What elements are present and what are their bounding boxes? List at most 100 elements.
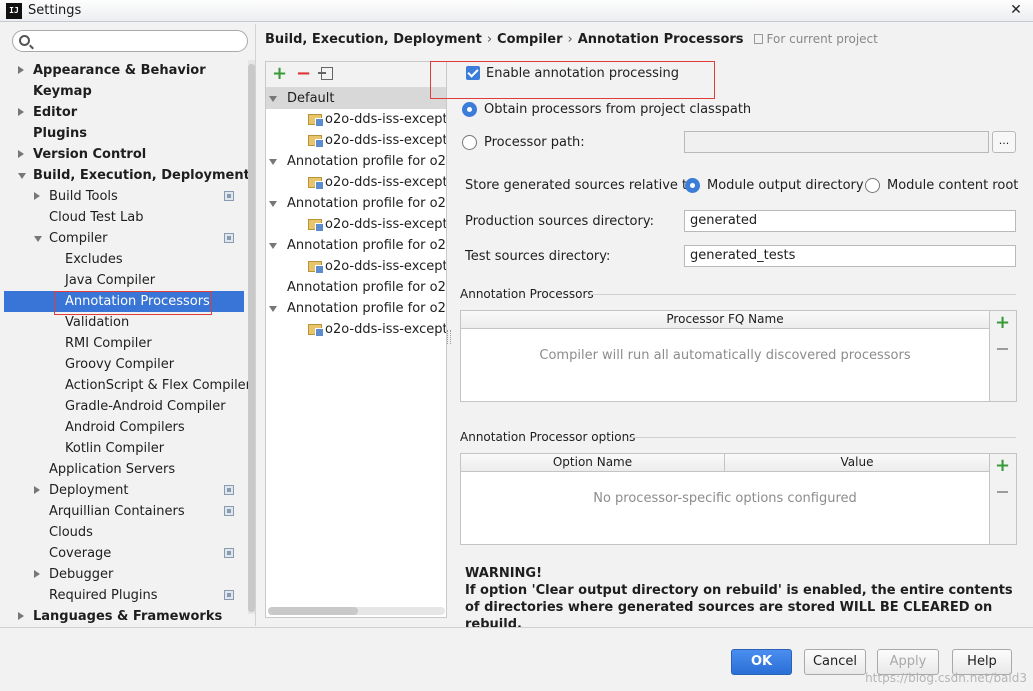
profile-module-row[interactable]: o2o-dds-iss-exceptio — [266, 256, 446, 277]
add-option-icon[interactable]: + — [995, 457, 1010, 475]
settings-sidebar: Appearance & Behavior Keymap Editor Plugins… — [4, 24, 256, 626]
profile-row[interactable]: Default — [266, 88, 446, 109]
project-settings-icon — [224, 506, 234, 516]
sidebar-item-version-control[interactable]: Version Control — [4, 144, 244, 165]
sidebar-item-actionscript-flex-compiler[interactable]: ActionScript & Flex Compiler — [4, 375, 251, 396]
profile-label: o2o-dds-iss-exceptio — [325, 175, 447, 190]
module-folder-icon — [308, 219, 324, 232]
chevron-down-icon[interactable] — [18, 173, 26, 179]
profile-module-row[interactable]: o2o-dds-iss-exceptio — [266, 172, 447, 193]
sidebar-item-appearance-behavior[interactable]: Appearance & Behavior — [4, 60, 244, 81]
profile-row[interactable]: Annotation profile for o2o- — [266, 298, 446, 319]
profile-row[interactable]: Annotation profile for o2o- — [266, 277, 446, 298]
sidebar-item-keymap[interactable]: Keymap — [4, 81, 244, 102]
sidebar-item-annotation-processors[interactable]: Annotation Processors — [4, 291, 244, 315]
sidebar-item-excludes[interactable]: Excludes — [4, 249, 244, 270]
add-processor-icon[interactable]: + — [995, 314, 1010, 332]
sidebar-item-label: Required Plugins — [49, 588, 158, 603]
sidebar-item-android-compilers[interactable]: Android Compilers — [4, 417, 244, 438]
obtain-from-classpath-radio[interactable] — [462, 102, 477, 117]
sidebar-item-gradle-android-compiler[interactable]: Gradle-Android Compiler — [4, 396, 244, 417]
chevron-right-icon[interactable] — [34, 192, 40, 200]
sidebar-scrollbar[interactable] — [248, 60, 255, 614]
sidebar-item-arquillian-containers[interactable]: Arquillian Containers — [4, 501, 244, 522]
production-dir-field[interactable]: generated — [684, 210, 1016, 232]
chevron-down-icon[interactable] — [269, 243, 277, 249]
chevron-right-icon[interactable] — [18, 150, 24, 158]
remove-processor-icon[interactable] — [997, 348, 1008, 350]
search-box[interactable] — [12, 30, 248, 52]
sidebar-item-coverage[interactable]: Coverage — [4, 543, 244, 564]
module-folder-icon — [308, 261, 324, 274]
sidebar-item-validation[interactable]: Validation — [4, 312, 244, 333]
profile-module-row[interactable]: o2o-dds-iss-exceptio — [266, 130, 446, 151]
profile-row[interactable]: Annotation profile for o2o- — [266, 151, 447, 172]
chevron-right-icon[interactable] — [34, 570, 40, 578]
chevron-down-icon[interactable] — [269, 159, 277, 165]
module-content-radio[interactable] — [865, 178, 880, 193]
processors-section-title: Annotation Processors — [460, 287, 594, 301]
close-icon[interactable]: ✕ — [1007, 1, 1025, 19]
sidebar-item-languages-frameworks[interactable]: Languages & Frameworks — [4, 606, 244, 627]
profile-module-row[interactable]: o2o-dds-iss-exceptio — [266, 109, 446, 130]
options-side-toolbar: + — [989, 454, 1016, 544]
sidebar-item-rmi-compiler[interactable]: RMI Compiler — [4, 333, 244, 354]
sidebar-item-label: Application Servers — [49, 462, 176, 477]
sidebar-item-build-tools[interactable]: Build Tools — [4, 186, 244, 207]
chevron-right-icon[interactable] — [18, 612, 24, 620]
enable-annotation-checkbox[interactable] — [466, 66, 480, 80]
profile-label: Default — [287, 91, 335, 106]
chevron-right-icon[interactable] — [18, 108, 24, 116]
cancel-button[interactable]: Cancel — [804, 649, 866, 675]
module-content-label: Module content root — [887, 178, 1019, 193]
profiles-horizontal-scrollbar[interactable] — [268, 607, 445, 615]
sidebar-item-compiler[interactable]: Compiler — [4, 228, 244, 249]
option-name-header[interactable]: Option Name — [461, 454, 725, 472]
module-folder-icon — [308, 114, 324, 127]
ok-button[interactable]: OK — [731, 649, 792, 675]
breadcrumb: Build, Execution, Deployment › Compiler › An… — [265, 32, 878, 52]
remove-profile-icon[interactable]: − — [296, 65, 311, 83]
sidebar-item-plugins[interactable]: Plugins — [4, 123, 244, 144]
sidebar-item-kotlin-compiler[interactable]: Kotlin Compiler — [4, 438, 244, 459]
sidebar-item-deployment[interactable]: Deployment — [4, 480, 244, 501]
module-output-radio[interactable] — [685, 178, 700, 193]
chevron-down-icon[interactable] — [34, 236, 42, 242]
profile-row[interactable]: Annotation profile for o2o- — [266, 235, 446, 256]
sidebar-item-java-compiler[interactable]: Java Compiler — [4, 270, 244, 291]
sidebar-item-debugger[interactable]: Debugger — [4, 564, 244, 585]
browse-button[interactable]: ... — [992, 131, 1016, 153]
sidebar-item-application-servers[interactable]: Application Servers — [4, 459, 244, 480]
chevron-down-icon[interactable] — [269, 96, 277, 102]
profile-module-row[interactable]: o2o-dds-iss-exceptio — [266, 214, 446, 235]
sidebar-item-clouds[interactable]: Clouds — [4, 522, 244, 543]
chevron-down-icon[interactable] — [269, 201, 277, 207]
profile-module-row[interactable]: o2o-dds-iss-exceptio — [266, 319, 446, 340]
profile-label: Annotation profile for o2o- — [287, 154, 447, 169]
search-input[interactable] — [35, 32, 243, 50]
add-profile-icon[interactable]: + — [272, 65, 287, 83]
sidebar-item-groovy-compiler[interactable]: Groovy Compiler — [4, 354, 244, 375]
option-value-header[interactable]: Value — [725, 454, 989, 472]
sidebar-item-label: Keymap — [33, 84, 92, 99]
test-dir-field[interactable]: generated_tests — [684, 245, 1016, 267]
sidebar-item-label: Debugger — [49, 567, 114, 582]
processor-path-radio[interactable] — [462, 135, 477, 150]
sidebar-item-editor[interactable]: Editor — [4, 102, 244, 123]
move-to-profile-icon[interactable] — [318, 67, 333, 80]
processor-fq-name-header[interactable]: Processor FQ Name — [461, 311, 989, 329]
remove-option-icon[interactable] — [997, 491, 1008, 493]
sidebar-item-build-execution-deployment[interactable]: Build, Execution, Deployment — [4, 165, 250, 186]
sidebar-item-label: Plugins — [33, 126, 87, 141]
project-scope-note: For current project — [753, 32, 878, 46]
warning-title: WARNING! — [465, 566, 543, 581]
chevron-down-icon[interactable] — [269, 306, 277, 312]
chevron-right-icon[interactable] — [34, 486, 40, 494]
panel-splitter[interactable] — [447, 330, 451, 344]
processor-path-field[interactable] — [684, 131, 989, 153]
sidebar-item-cloud-test-lab[interactable]: Cloud Test Lab — [4, 207, 244, 228]
sidebar-item-required-plugins[interactable]: Required Plugins — [4, 585, 244, 606]
chevron-right-icon[interactable] — [18, 66, 24, 74]
profile-row[interactable]: Annotation profile for o2o- — [266, 193, 446, 214]
watermark-text: https://blog.csdn.net/baid3 — [865, 671, 1027, 685]
